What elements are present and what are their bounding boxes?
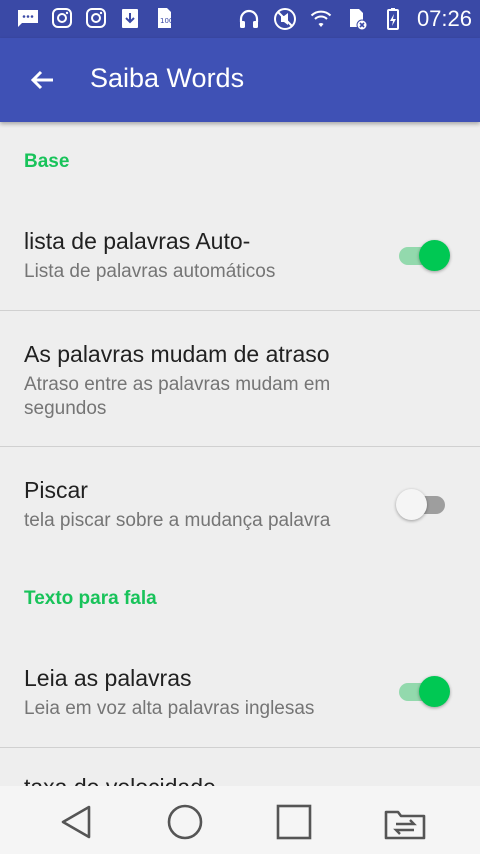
svg-text:100: 100 bbox=[160, 17, 173, 25]
sd-card-icon: 100 bbox=[158, 8, 173, 28]
mute-icon bbox=[273, 8, 296, 30]
instagram-icon bbox=[52, 8, 72, 28]
pref-summary: Leia em voz alta palavras inglesas bbox=[24, 698, 315, 719]
pref-blink[interactable]: Piscar tela piscar sobre a mudança palav… bbox=[0, 447, 480, 551]
switch-app-icon[interactable] bbox=[382, 802, 428, 842]
download-icon bbox=[122, 9, 138, 28]
pref-title: Piscar bbox=[24, 477, 88, 503]
no-sim-icon bbox=[349, 9, 368, 31]
pref-delay[interactable]: As palavras mudam de atraso Atraso entre… bbox=[0, 311, 480, 446]
pref-title: lista de palavras Auto- bbox=[24, 228, 251, 254]
blink-switch[interactable] bbox=[396, 487, 452, 520]
pref-auto-list[interactable]: lista de palavras Auto- Lista de palavra… bbox=[0, 202, 480, 310]
status-time: 07:26 bbox=[416, 6, 472, 31]
pref-read-words[interactable]: Leia as palavras Leia em voz alta palavr… bbox=[0, 639, 480, 747]
message-icon bbox=[18, 10, 38, 27]
system-icons: 07:26 bbox=[237, 6, 472, 32]
home-circle-icon[interactable] bbox=[165, 802, 205, 842]
switch-thumb bbox=[419, 240, 450, 271]
auto-list-switch[interactable] bbox=[396, 238, 452, 271]
pref-title: As palavras mudam de atraso bbox=[24, 341, 330, 367]
settings-list[interactable]: Base lista de palavras Auto- Lista de pa… bbox=[0, 122, 480, 786]
back-triangle-icon[interactable] bbox=[56, 802, 96, 842]
pref-title: taxa de velocidade bbox=[24, 774, 216, 786]
pref-summary: Atraso entre as palavras mudam em segund… bbox=[24, 374, 331, 419]
switch-thumb bbox=[419, 676, 450, 707]
navigation-bar bbox=[0, 786, 480, 854]
headphones-icon bbox=[239, 9, 259, 28]
notification-icons: 100 bbox=[16, 6, 176, 30]
category-tts: Texto para fala bbox=[24, 588, 157, 609]
arrow-back-icon[interactable] bbox=[26, 64, 58, 96]
pref-speed-rate[interactable]: taxa de velocidade bbox=[0, 748, 480, 786]
wifi-icon bbox=[310, 10, 332, 27]
instagram-icon bbox=[86, 8, 106, 28]
app-bar: Saiba Words bbox=[0, 38, 480, 122]
category-base: Base bbox=[24, 151, 70, 172]
recents-square-icon[interactable] bbox=[274, 802, 314, 842]
read-words-switch[interactable] bbox=[396, 674, 452, 707]
battery-charging-icon bbox=[386, 8, 399, 30]
pref-summary: Lista de palavras automáticos bbox=[24, 261, 276, 282]
switch-thumb bbox=[396, 489, 427, 520]
status-bar: 100 07:26 bbox=[0, 0, 480, 38]
app-title: Saiba Words bbox=[90, 63, 245, 93]
pref-title: Leia as palavras bbox=[24, 665, 192, 691]
pref-summary: tela piscar sobre a mudança palavra bbox=[24, 510, 331, 531]
